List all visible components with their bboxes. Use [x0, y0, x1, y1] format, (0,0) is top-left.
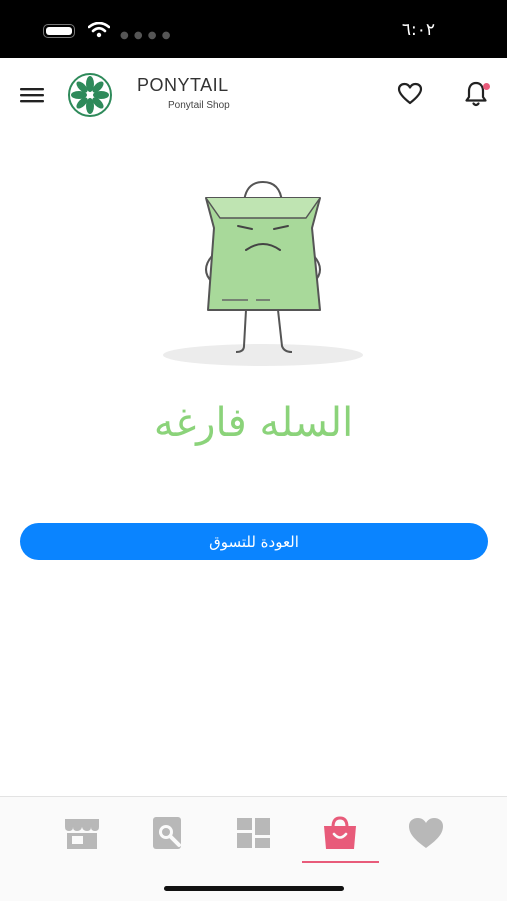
notification-badge [483, 83, 490, 90]
active-tab-indicator [302, 861, 379, 863]
battery-icon [43, 24, 75, 38]
cart-bag-icon[interactable] [320, 815, 360, 851]
signal-icon: ● ● ● ● [120, 30, 172, 41]
home-indicator [164, 886, 344, 891]
search-icon[interactable] [149, 815, 189, 851]
back-to-shopping-label: العودة للتسوق [209, 532, 299, 551]
sad-bag-illustration [163, 180, 363, 366]
ponytail-logo[interactable] [62, 72, 118, 118]
back-to-shopping-button[interactable]: العودة للتسوق [20, 523, 488, 560]
brand-title: PONYTAIL [137, 75, 229, 95]
favorites-heart-icon[interactable] [406, 815, 446, 851]
wifi-icon [88, 22, 110, 38]
heart-icon[interactable] [397, 82, 423, 106]
status-bar: ● ● ● ● ٦:٠٢ [0, 0, 507, 58]
status-time: ٦:٠٢ [401, 20, 435, 40]
categories-icon[interactable] [234, 815, 274, 851]
menu-icon[interactable] [20, 86, 44, 104]
brand-subtitle: Ponytail Shop [168, 100, 230, 111]
store-icon[interactable] [62, 815, 102, 851]
empty-cart-message: السله فارغه [153, 400, 354, 446]
app-header: PONYTAIL Ponytail Shop [0, 58, 507, 136]
